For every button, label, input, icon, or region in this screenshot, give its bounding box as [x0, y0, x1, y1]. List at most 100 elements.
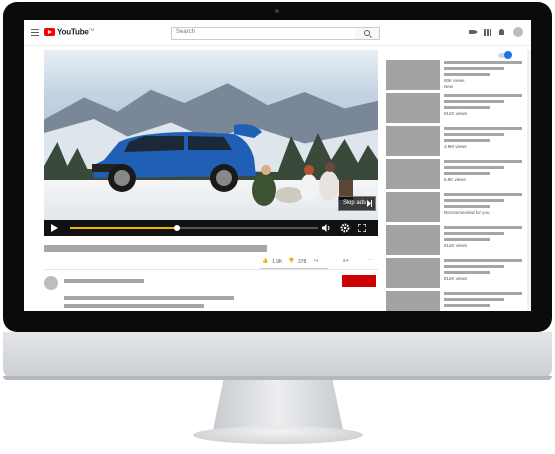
recommendation-thumbnail[interactable]	[386, 291, 440, 311]
skip-ads-label: Skip ads	[343, 200, 367, 206]
recommendation-title-line	[444, 127, 522, 130]
recommendation-title-line	[444, 265, 504, 268]
recommendation-meta-line: 912K views	[444, 111, 468, 116]
recommendation-title-line	[444, 193, 522, 196]
recommendation-title-line	[444, 160, 522, 163]
recommendation-title-line	[444, 61, 522, 64]
recommendation-item[interactable]: 912K views	[386, 93, 526, 125]
apps-icon[interactable]	[484, 29, 491, 36]
monitor-stand-neck	[213, 380, 343, 430]
create-video-icon[interactable]	[469, 30, 478, 34]
recommendation-title-line	[444, 100, 504, 103]
screen: YouTubeTM Search Skip ads 👍 1.9K 👎 378 ↪…	[24, 20, 531, 311]
recommendation-meta-line: Recommended for you	[444, 210, 490, 215]
recommendation-title-line	[444, 199, 504, 202]
progress-handle[interactable]	[173, 225, 180, 231]
recommendation-item[interactable]: Recommended for you	[386, 192, 526, 224]
skip-icon	[367, 200, 372, 207]
bell-icon[interactable]	[499, 29, 504, 35]
recommendation-item[interactable]: 3.9M views	[386, 126, 526, 158]
recommendation-thumbnail[interactable]	[386, 126, 440, 156]
video-title-placeholder	[44, 245, 267, 252]
divider	[44, 269, 378, 270]
logo-text: YouTube	[57, 27, 89, 37]
recommendation-thumbnail[interactable]	[386, 225, 440, 255]
recommendation-title-line	[444, 232, 504, 235]
recommendation-meta: 6.8K views	[444, 177, 466, 183]
share-icon[interactable]: ↪	[314, 258, 318, 264]
recommendation-thumbnail[interactable]	[386, 93, 440, 123]
recommendation-item[interactable]: 612K views	[386, 225, 526, 257]
recommendation-meta: 3.9M views	[444, 144, 467, 150]
monitor-stand-foot	[193, 426, 363, 444]
channel-avatar[interactable]	[44, 276, 58, 290]
video-actions: 👍 1.9K 👎 378 ↪ ≡+ ⋯	[260, 256, 380, 268]
autoplay-toggle[interactable]	[498, 51, 512, 59]
fullscreen-icon[interactable]	[358, 224, 366, 232]
youtube-wordmark[interactable]: YouTubeTM	[57, 27, 94, 37]
thumb-down-icon[interactable]: 👎	[288, 258, 294, 264]
recommendation-item[interactable]	[386, 291, 526, 311]
monitor-chin	[3, 332, 552, 380]
recommendation-item[interactable]: 90K views New	[386, 60, 526, 92]
recommendation-title-line	[444, 94, 522, 97]
recommendation-meta: 612K views	[444, 243, 467, 249]
recommendation-channel-line	[444, 172, 490, 175]
webcam	[275, 9, 279, 13]
recommendation-thumbnail[interactable]	[386, 192, 440, 222]
scrollbar[interactable]	[527, 50, 531, 310]
monitor-chin-edge	[3, 376, 552, 380]
play-icon[interactable]	[51, 224, 58, 232]
recommendation-title-line	[444, 67, 504, 70]
recommendation-channel-line	[444, 205, 490, 208]
save-icon[interactable]: ≡+	[343, 258, 349, 264]
skip-ads-button[interactable]: Skip ads	[338, 196, 376, 211]
recommendation-meta: 812K views	[444, 276, 467, 282]
avatar[interactable]	[513, 27, 523, 37]
recommendation-meta-line: 6.8K views	[444, 177, 466, 182]
recommendation-thumbnail[interactable]	[386, 159, 440, 189]
subscribe-button[interactable]	[342, 275, 376, 287]
dislike-count: 378	[298, 259, 307, 265]
gear-icon[interactable]	[340, 223, 350, 233]
recommendation-title-line	[444, 292, 522, 295]
channel-name-placeholder	[64, 279, 144, 283]
recommendation-thumbnail[interactable]	[386, 60, 440, 90]
recommendation-thumbnail[interactable]	[386, 258, 440, 288]
video-frame-suv	[92, 124, 262, 192]
youtube-logo-icon[interactable]	[44, 28, 55, 36]
recommendation-meta-line: 812K views	[444, 276, 468, 281]
progress-bar[interactable]	[70, 225, 318, 231]
description-line	[64, 304, 204, 308]
recommendation-meta: 90K views New	[444, 78, 465, 90]
recommendation-title-line	[444, 259, 522, 262]
recommendation-item[interactable]: 6.8K views	[386, 159, 526, 191]
search-input[interactable]: Search	[171, 27, 357, 40]
volume-icon[interactable]	[322, 224, 331, 232]
recommendation-meta-line: New	[444, 84, 454, 89]
like-count: 1.9K	[272, 259, 283, 265]
recommendation-channel-line	[444, 271, 490, 274]
search-button[interactable]	[355, 27, 380, 40]
recommendation-title-line	[444, 166, 504, 169]
recommendation-channel-line	[444, 139, 490, 142]
description-line	[64, 296, 234, 300]
recommendation-channel-line	[444, 73, 490, 76]
recommendation-title-line	[444, 298, 504, 301]
recommendation-meta-line: 3.9M views	[444, 144, 467, 149]
logo-trademark: TM	[88, 27, 95, 32]
search-icon	[364, 30, 370, 36]
search-placeholder: Search	[176, 29, 196, 35]
recommendation-title-line	[444, 226, 522, 229]
recommendation-item[interactable]: 812K views	[386, 258, 526, 290]
autoplay-toggle-knob	[504, 51, 512, 59]
recommendation-meta-line: 612K views	[444, 243, 468, 248]
video-player[interactable]: Skip ads	[44, 50, 378, 236]
progress-fill	[70, 227, 177, 229]
thumb-up-icon[interactable]: 👍	[262, 258, 268, 264]
recommendation-meta: 912K views	[444, 111, 467, 117]
more-icon[interactable]: ⋯	[368, 257, 373, 263]
recommendation-channel-line	[444, 304, 490, 307]
menu-icon[interactable]	[31, 29, 39, 38]
recommendation-channel-line	[444, 238, 490, 241]
